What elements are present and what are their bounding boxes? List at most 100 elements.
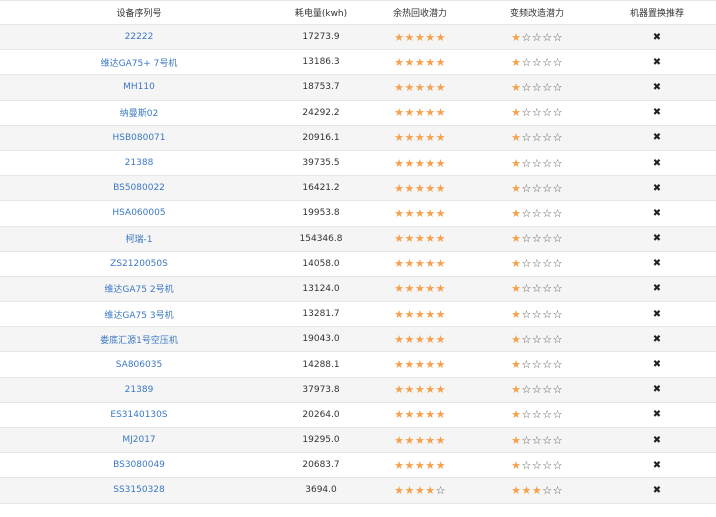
star-filled-icon: ★ xyxy=(435,408,446,422)
serial-cell: ZS2120050S xyxy=(0,259,278,269)
star-empty-icon: ☆ xyxy=(542,307,553,321)
vfd-retrofit-rating: ★☆☆☆☆ xyxy=(476,308,598,321)
device-serial-link[interactable]: HSB080071 xyxy=(112,133,165,143)
star-empty-icon: ☆ xyxy=(531,106,543,120)
star-filled-icon: ★ xyxy=(511,458,522,472)
not-recommended-icon: ✖ xyxy=(652,258,662,270)
star-filled-icon: ★ xyxy=(404,433,415,447)
star-empty-icon: ☆ xyxy=(542,55,553,69)
not-recommended-icon: ✖ xyxy=(652,434,662,446)
star-filled-icon: ★ xyxy=(394,483,405,497)
star-filled-icon: ★ xyxy=(414,206,426,220)
vfd-retrofit-rating: ★☆☆☆☆ xyxy=(476,207,598,220)
power-value: 24292.2 xyxy=(302,107,340,118)
star-filled-icon: ★ xyxy=(394,156,405,170)
not-recommended-icon: ✖ xyxy=(652,81,662,93)
star-filled-icon: ★ xyxy=(511,358,522,372)
star-filled-icon: ★ xyxy=(435,80,446,94)
star-empty-icon: ☆ xyxy=(521,458,532,472)
star-filled-icon: ★ xyxy=(394,30,405,44)
device-serial-link[interactable]: MH110 xyxy=(123,82,155,92)
power-value: 13281.7 xyxy=(302,309,340,320)
star-filled-icon: ★ xyxy=(435,206,446,220)
device-serial-link[interactable]: 娄底汇源1号空压机 xyxy=(100,336,178,346)
device-serial-link[interactable]: ZS2120050S xyxy=(110,259,168,269)
star-empty-icon: ☆ xyxy=(531,257,543,271)
serial-cell: 维达GA75+ 7号机 xyxy=(0,56,278,69)
star-empty-icon: ☆ xyxy=(542,408,553,422)
star-empty-icon: ☆ xyxy=(552,483,563,497)
star-empty-icon: ☆ xyxy=(521,358,532,372)
replacement-cell: ✖ xyxy=(598,409,716,420)
star-filled-icon: ★ xyxy=(435,257,446,271)
device-serial-link[interactable]: 纳曼斯02 xyxy=(120,109,158,119)
star-filled-icon: ★ xyxy=(414,80,426,94)
star-filled-icon: ★ xyxy=(414,383,426,397)
star-filled-icon: ★ xyxy=(404,458,415,472)
star-empty-icon: ☆ xyxy=(552,131,563,145)
power-value: 16421.2 xyxy=(302,183,340,194)
vfd-retrofit-rating: ★☆☆☆☆ xyxy=(476,257,598,270)
star-filled-icon: ★ xyxy=(414,257,426,271)
device-serial-link[interactable]: BS5080022 xyxy=(113,183,165,193)
not-recommended-icon: ✖ xyxy=(652,56,662,68)
power-value: 39735.5 xyxy=(302,158,340,169)
star-empty-icon: ☆ xyxy=(531,30,543,44)
star-filled-icon: ★ xyxy=(435,458,446,472)
serial-cell: SA806035 xyxy=(0,360,278,370)
power-value: 18753.7 xyxy=(302,82,340,93)
star-filled-icon: ★ xyxy=(511,332,522,346)
star-filled-icon: ★ xyxy=(435,332,446,346)
star-filled-icon: ★ xyxy=(414,408,426,422)
header-serial: 设备序列号 xyxy=(116,9,162,19)
device-serial-link[interactable]: BS3080049 xyxy=(113,460,165,470)
star-filled-icon: ★ xyxy=(425,383,436,397)
star-filled-icon: ★ xyxy=(394,131,405,145)
star-empty-icon: ☆ xyxy=(542,433,553,447)
star-filled-icon: ★ xyxy=(511,80,522,94)
device-serial-link[interactable]: 柯瑞-1 xyxy=(126,235,153,245)
not-recommended-icon: ✖ xyxy=(652,384,662,396)
star-filled-icon: ★ xyxy=(414,433,426,447)
not-recommended-icon: ✖ xyxy=(652,333,662,345)
heat-recovery-rating: ★★★★★ xyxy=(364,308,476,321)
star-empty-icon: ☆ xyxy=(531,383,543,397)
device-serial-link[interactable]: ES3140130S xyxy=(110,410,167,420)
star-filled-icon: ★ xyxy=(425,30,436,44)
vfd-retrofit-rating: ★☆☆☆☆ xyxy=(476,333,598,346)
device-serial-link[interactable]: 22222 xyxy=(125,32,154,42)
star-filled-icon: ★ xyxy=(404,80,415,94)
star-empty-icon: ☆ xyxy=(552,55,563,69)
star-empty-icon: ☆ xyxy=(542,358,553,372)
star-filled-icon: ★ xyxy=(404,257,415,271)
device-serial-link[interactable]: 维达GA75 2号机 xyxy=(104,285,173,295)
heat-recovery-rating: ★★★★★ xyxy=(364,282,476,295)
device-serial-link[interactable]: 21389 xyxy=(125,385,154,395)
heat-recovery-rating: ★★★★☆ xyxy=(364,484,476,497)
star-filled-icon: ★ xyxy=(425,80,436,94)
star-filled-icon: ★ xyxy=(394,232,405,246)
star-filled-icon: ★ xyxy=(425,106,436,120)
header-replacement: 机器置换推荐 xyxy=(629,9,684,19)
serial-cell: MH110 xyxy=(0,82,278,92)
serial-cell: SS3150328 xyxy=(0,485,278,495)
replacement-cell: ✖ xyxy=(598,460,716,471)
device-serial-link[interactable]: SS3150328 xyxy=(113,485,165,495)
device-serial-link[interactable]: 21388 xyxy=(125,158,154,168)
heat-recovery-rating: ★★★★★ xyxy=(364,459,476,472)
table-row: MJ2017 19295.0 ★★★★★ ★☆☆☆☆ ✖ xyxy=(0,428,716,454)
star-filled-icon: ★ xyxy=(511,181,522,195)
device-serial-link[interactable]: SA806035 xyxy=(116,360,162,370)
star-filled-icon: ★ xyxy=(435,131,446,145)
device-serial-link[interactable]: MJ2017 xyxy=(122,435,155,445)
device-serial-link[interactable]: HSA060005 xyxy=(112,208,165,218)
replacement-cell: ✖ xyxy=(598,258,716,269)
device-serial-link[interactable]: 维达GA75+ 7号机 xyxy=(101,59,178,69)
star-filled-icon: ★ xyxy=(394,458,405,472)
star-empty-icon: ☆ xyxy=(542,383,553,397)
vfd-retrofit-rating: ★☆☆☆☆ xyxy=(476,358,598,371)
device-serial-link[interactable]: 维达GA75 3号机 xyxy=(104,311,173,321)
star-filled-icon: ★ xyxy=(425,307,436,321)
not-recommended-icon: ✖ xyxy=(652,207,662,219)
star-filled-icon: ★ xyxy=(404,181,415,195)
